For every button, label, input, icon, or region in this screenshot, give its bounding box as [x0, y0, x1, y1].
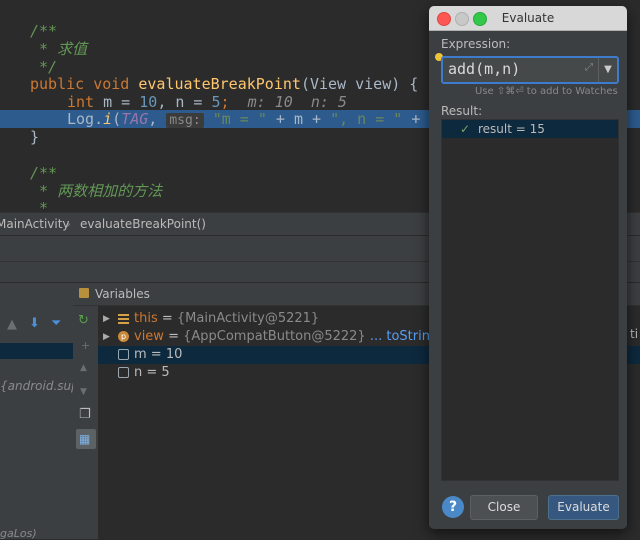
primitive-icon [118, 367, 129, 378]
watch-hint: Use ⇧⌘⏎ to add to Watches [475, 86, 618, 97]
code-brace: } [30, 128, 40, 146]
code-comment: */ [30, 58, 58, 76]
inline-debug-values: m: 10 n: 5 [247, 93, 347, 111]
code-line-log: Log.i(TAG, msg: "m = " + m + ", n = " + [67, 110, 421, 128]
code-line-assignment: int m = 10, n = 5; m: 10 n: 5 [67, 93, 347, 111]
restore-layout-icon[interactable]: ↻ [78, 313, 89, 328]
move-up-icon[interactable]: ▲ [80, 363, 87, 373]
frames-toolbar: ▲ ⬇ ⏷ [0, 283, 73, 332]
result-tree: ✓ result = 15 [441, 119, 619, 481]
selected-frame[interactable] [0, 343, 73, 359]
variables-title: Variables [95, 287, 150, 301]
evaluate-button[interactable]: Evaluate [548, 495, 619, 520]
add-watch-icon[interactable]: + [81, 339, 90, 352]
parameter-hint: msg: [166, 113, 204, 128]
breadcrumb-method[interactable]: evaluateBreakPoint() [80, 217, 206, 231]
expression-input[interactable]: add(m,n) ⤢ ▼ [441, 56, 619, 84]
arrow-up-icon[interactable]: ▲ [7, 317, 17, 332]
breadcrumb-separator: › [66, 217, 71, 231]
copy-icon[interactable]: ❐ [79, 407, 91, 422]
result-row[interactable]: ✓ result = 15 [442, 120, 618, 138]
expression-label: Expression: [441, 37, 511, 51]
result-value: result = 15 [478, 122, 545, 136]
frame-item[interactable]: gaLos) [0, 527, 37, 540]
code-line-signature: public void evaluateBreakPoint(View view… [30, 75, 419, 93]
help-button[interactable]: ? [442, 496, 464, 518]
expand-arrow-icon[interactable]: ▶ [103, 310, 110, 328]
dialog-titlebar: Evaluate [429, 6, 627, 31]
cut-off-label: ti [630, 327, 639, 341]
result-label: Result: [441, 104, 483, 118]
variables-icon [79, 288, 89, 298]
frame-item[interactable]: {android.sup [0, 379, 79, 393]
arrow-down-icon[interactable]: ⬇ [29, 316, 40, 331]
primitive-icon [118, 349, 129, 360]
filter-icon[interactable]: ⏷ [51, 316, 61, 331]
close-button[interactable]: Close [470, 495, 538, 520]
parameter-icon: p [118, 331, 129, 342]
move-down-icon[interactable]: ▼ [80, 387, 87, 397]
history-dropdown-icon[interactable]: ▼ [598, 58, 617, 82]
breadcrumb-class[interactable]: MainActivity [0, 217, 70, 231]
watches-toggle-icon[interactable]: ▦ [76, 429, 96, 449]
code-comment: /** [30, 164, 58, 182]
evaluated-value-icon: ✓ [460, 122, 471, 136]
dialog-title: Evaluate [501, 11, 555, 25]
code-comment: * 两数相加的方法 [30, 182, 163, 200]
code-comment: * [30, 199, 49, 212]
evaluate-dialog: Evaluate Expression: add(m,n) ⤢ ▼ Use ⇧⌘… [429, 6, 627, 529]
code-comment: * 求值 [30, 40, 88, 58]
code-comment: /** [30, 22, 58, 40]
expression-value[interactable]: add(m,n) [448, 60, 520, 78]
expand-arrow-icon[interactable]: ▶ [103, 328, 110, 346]
field-icon [118, 314, 129, 316]
expand-editor-icon[interactable]: ⤢ [585, 62, 593, 73]
variables-side-toolbar: ↻ + ▲ ▼ ❐ ▦ [73, 305, 99, 539]
